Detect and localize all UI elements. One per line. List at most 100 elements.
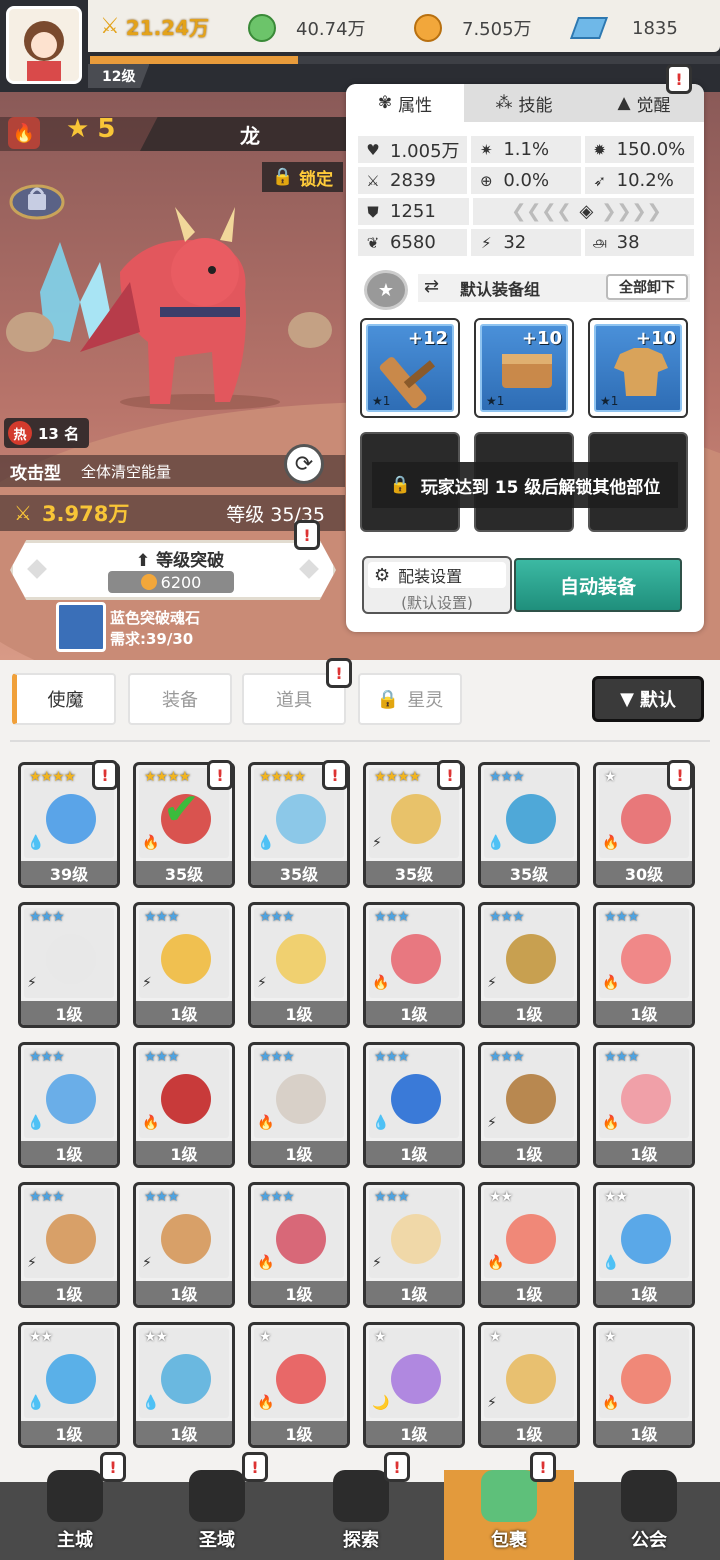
familiar-level: 1级: [366, 1281, 462, 1305]
familiar-level: 1级: [366, 1141, 462, 1165]
familiar-card[interactable]: ★★ 💧 1级: [18, 1322, 120, 1448]
hero-star-count: 5: [97, 114, 116, 144]
stat-crit-dmg: ✹ 150.0%: [584, 136, 694, 163]
popularity-rank[interactable]: 热 13 名: [4, 418, 90, 448]
stat-hp-value: 1.005万: [390, 140, 460, 162]
sort-dropdown[interactable]: ▼ 默认: [592, 676, 704, 722]
familiar-stars: ★★: [604, 1189, 628, 1205]
familiar-face: [46, 794, 96, 844]
element-icon: ⚡: [142, 1255, 152, 1271]
bag-icon: [481, 1470, 537, 1522]
familiar-card[interactable]: ★ ⚡ 1级: [478, 1322, 580, 1448]
element-icon: 💧: [27, 1115, 45, 1131]
familiar-card[interactable]: ★★★ 🔥 1级: [248, 1182, 350, 1308]
familiar-card[interactable]: ★★★ ⚡ 1级: [133, 902, 235, 1028]
tab-spirits[interactable]: 🔒 星灵: [358, 673, 462, 725]
gold-currency[interactable]: 7.505万: [414, 8, 532, 48]
crystal-value: 1835: [632, 17, 678, 39]
green-gem-currency[interactable]: 40.74万: [248, 8, 366, 48]
player-avatar[interactable]: [6, 6, 82, 84]
nav-main-city[interactable]: 主城: [10, 1470, 140, 1560]
familiar-card[interactable]: ★★ 💧 1级: [593, 1182, 695, 1308]
nav-bag[interactable]: 包裹: [444, 1470, 574, 1560]
stat-speed-value: 6580: [390, 232, 436, 253]
familiar-stars: ★★: [29, 1329, 53, 1345]
familiar-card[interactable]: ★ 🔥 1级: [593, 1322, 695, 1448]
crit-icon: ✷: [480, 140, 493, 159]
chevrons-icon: ❯❯❯❯: [601, 201, 662, 222]
familiar-stars: ★★★: [374, 1049, 410, 1065]
locked-slots-message: 🔒 玩家达到 15 级后解锁其他部位: [372, 462, 678, 508]
nav-explore[interactable]: 探索: [296, 1470, 426, 1560]
element-icon: 🔥: [602, 1395, 620, 1411]
equip-plus: +12: [407, 328, 448, 349]
familiar-card[interactable]: ★★★ 🔥 1级: [593, 902, 695, 1028]
familiar-stars: ★★: [144, 1329, 168, 1345]
familiar-face: [621, 1214, 671, 1264]
breakthrough-cost: 6200: [108, 571, 234, 593]
crystal-currency[interactable]: 1835: [569, 8, 678, 48]
familiar-card[interactable]: ★★★ 🔥 1级: [248, 1042, 350, 1168]
familiar-card[interactable]: ★★★ ⚡ 1级: [248, 902, 350, 1028]
divider: [10, 740, 710, 742]
familiar-card[interactable]: ★★★ ⚡ 1级: [363, 1182, 465, 1308]
awaken-icon: ▲: [617, 93, 631, 113]
element-icon: ⚡: [487, 975, 497, 991]
familiar-level: 1级: [251, 1001, 347, 1025]
equip-slot-weapon[interactable]: +12 ★1: [360, 318, 460, 418]
familiar-card[interactable]: ★★★ ⚡ 1级: [478, 902, 580, 1028]
familiar-card[interactable]: ★★ 🔥 1级: [478, 1182, 580, 1308]
equip-slot-armor[interactable]: +10 ★1: [474, 318, 574, 418]
familiar-card[interactable]: ★★★ ⚡ 1级: [478, 1042, 580, 1168]
familiar-card[interactable]: ★★★ 🔥 1级: [593, 1042, 695, 1168]
sort-label: 默认: [639, 690, 676, 711]
xp-bar-fill: [90, 56, 298, 64]
selected-check-icon: ✔: [163, 784, 200, 835]
familiar-card[interactable]: ★★★ 💧 1级: [18, 1042, 120, 1168]
familiar-card[interactable]: ★★★ 💧 1级: [363, 1042, 465, 1168]
tab-skills[interactable]: ⁂ 技能: [464, 84, 584, 122]
familiar-level: 1级: [136, 1001, 232, 1025]
familiar-card[interactable]: ★ 🌙 1级: [363, 1322, 465, 1448]
tab-familiars[interactable]: 使魔: [12, 673, 116, 725]
familiar-card[interactable]: ★★★ 🔥 1级: [133, 1042, 235, 1168]
element-icon: 💧: [142, 1395, 160, 1411]
familiar-card[interactable]: ★★★ 💧 35级: [478, 762, 580, 888]
familiar-card[interactable]: ★★★ ⚡ 1级: [18, 902, 120, 1028]
equipment-set-name: 默认装备组: [460, 280, 541, 299]
stat-pierce: ⚡ 32: [471, 229, 581, 256]
nav-sanctuary[interactable]: 圣域: [152, 1470, 282, 1560]
lock-icon: 🔒: [376, 688, 400, 710]
stat-hidden[interactable]: ❮❮❮❮ ◈ ❯❯❯❯: [472, 198, 694, 225]
auto-equip-button[interactable]: 自动装备: [514, 558, 682, 612]
target-icon: ⊕: [480, 171, 493, 190]
alert-badge: !: [437, 760, 463, 790]
tab-attributes[interactable]: ✾ 属性: [346, 84, 464, 122]
hero-name: 龙: [140, 117, 360, 151]
familiar-card[interactable]: ★ 🔥 1级: [248, 1322, 350, 1448]
equip-slot-clothes[interactable]: +10 ★1: [588, 318, 688, 418]
equipment-lock-icon[interactable]: [8, 176, 66, 224]
alert-badge: !: [100, 1452, 126, 1482]
element-icon: 💧: [487, 835, 505, 851]
stat-speed: ❦ 6580: [358, 229, 468, 256]
familiar-face: [391, 934, 441, 984]
familiar-level: 1级: [21, 1001, 117, 1025]
familiar-stars: ★★★: [144, 1189, 180, 1205]
nav-guild[interactable]: 公会: [584, 1470, 714, 1560]
rotate-view-button[interactable]: ⟳: [284, 444, 324, 484]
element-icon: ⚡: [257, 975, 267, 991]
familiar-card[interactable]: ★★ 💧 1级: [133, 1322, 235, 1448]
soul-stone-icon[interactable]: [56, 602, 106, 652]
tab-equipment[interactable]: 装备: [128, 673, 232, 725]
familiar-level: 1级: [136, 1141, 232, 1165]
familiar-card[interactable]: ★★★ ⚡ 1级: [18, 1182, 120, 1308]
unequip-all-button[interactable]: 全部卸下: [606, 274, 688, 300]
familiar-card[interactable]: ★★★ 🔥 1级: [363, 902, 465, 1028]
lock-button[interactable]: 🔒 锁定: [262, 162, 344, 192]
familiar-card[interactable]: ★★★ ⚡ 1级: [133, 1182, 235, 1308]
familiar-stars: ★★★: [489, 909, 525, 925]
crystal-icon: [569, 17, 609, 39]
familiar-stars: ★★★: [604, 909, 640, 925]
chevrons-icon: ❮❮❮❮: [511, 201, 572, 222]
